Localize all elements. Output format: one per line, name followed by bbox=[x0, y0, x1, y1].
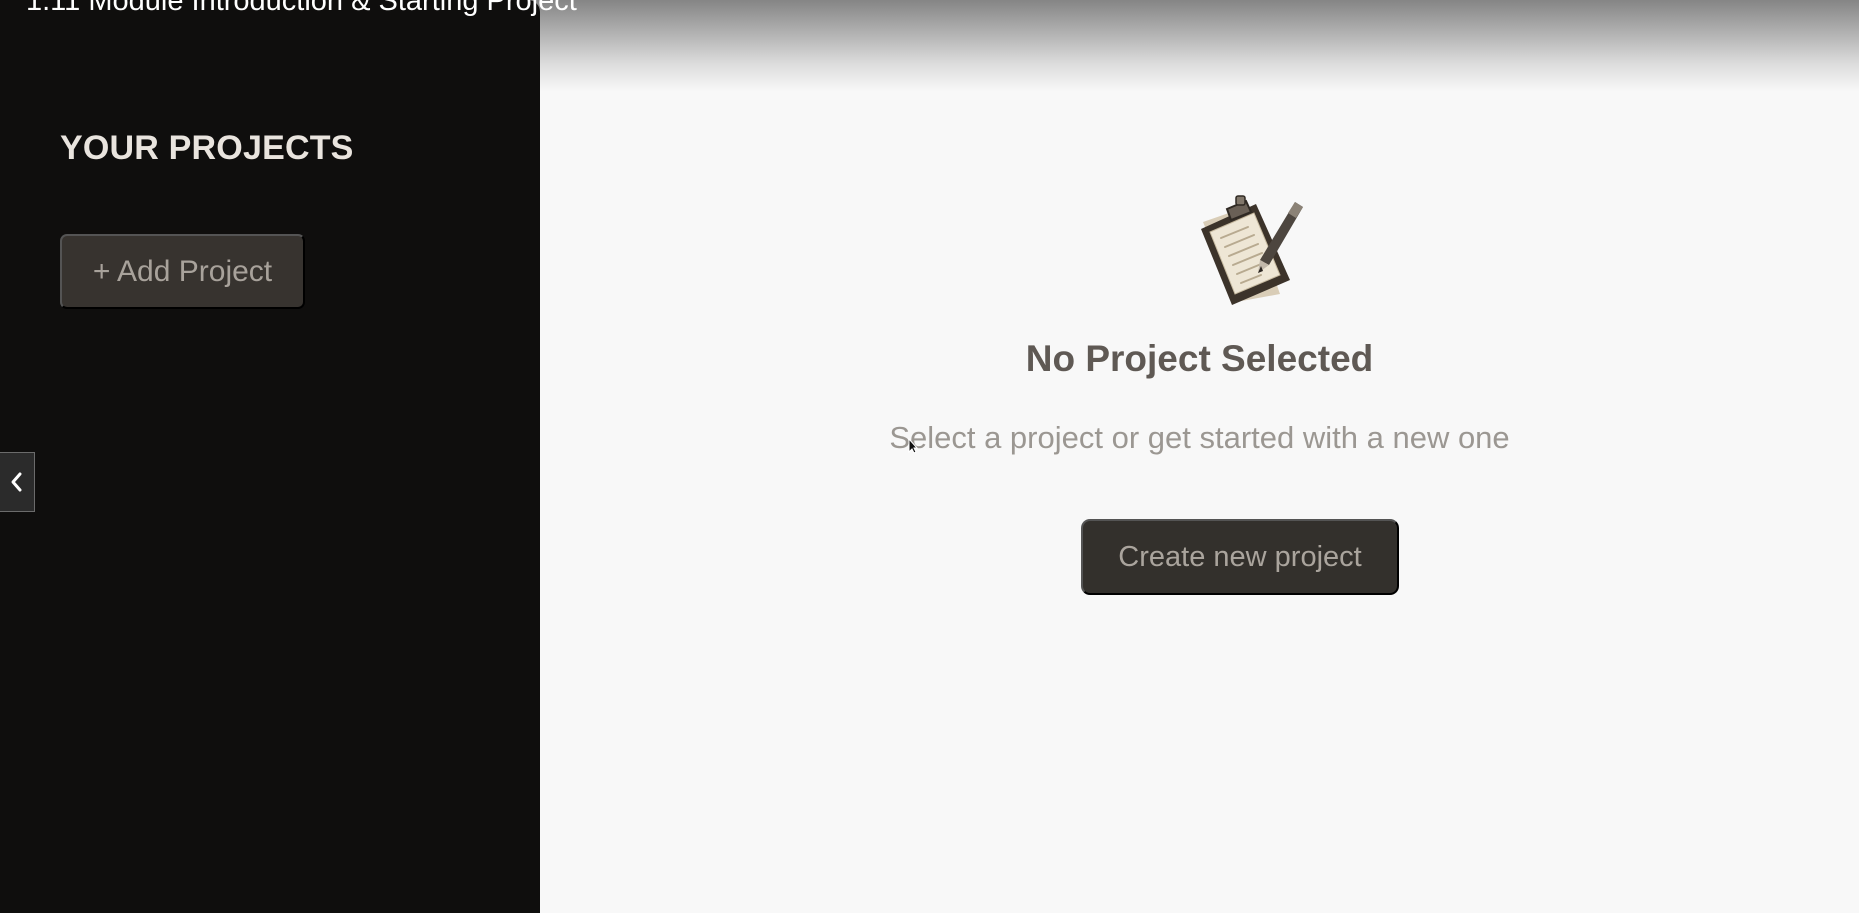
clipboard-icon bbox=[1201, 195, 1303, 305]
mouse-pointer-icon bbox=[908, 438, 918, 454]
empty-state-subtitle: Select a project or get started with a n… bbox=[889, 420, 1510, 455]
app-screen: 1.11 Module Introduction & Starting Proj… bbox=[0, 0, 1859, 913]
chevron-left-icon bbox=[11, 472, 22, 492]
video-overlay-title: 1.11 Module Introduction & Starting Proj… bbox=[26, 0, 577, 17]
projects-sidebar: YOUR PROJECTS + Add Project bbox=[0, 0, 540, 913]
add-project-button[interactable]: + Add Project bbox=[60, 234, 305, 309]
create-new-project-button[interactable]: Create new project bbox=[1081, 519, 1399, 595]
sidebar-title: YOUR PROJECTS bbox=[60, 129, 354, 167]
no-project-panel: No Project Selected Select a project or … bbox=[540, 0, 1859, 913]
sidebar-collapse-button[interactable] bbox=[0, 452, 35, 512]
empty-state-title: No Project Selected bbox=[1025, 338, 1374, 379]
